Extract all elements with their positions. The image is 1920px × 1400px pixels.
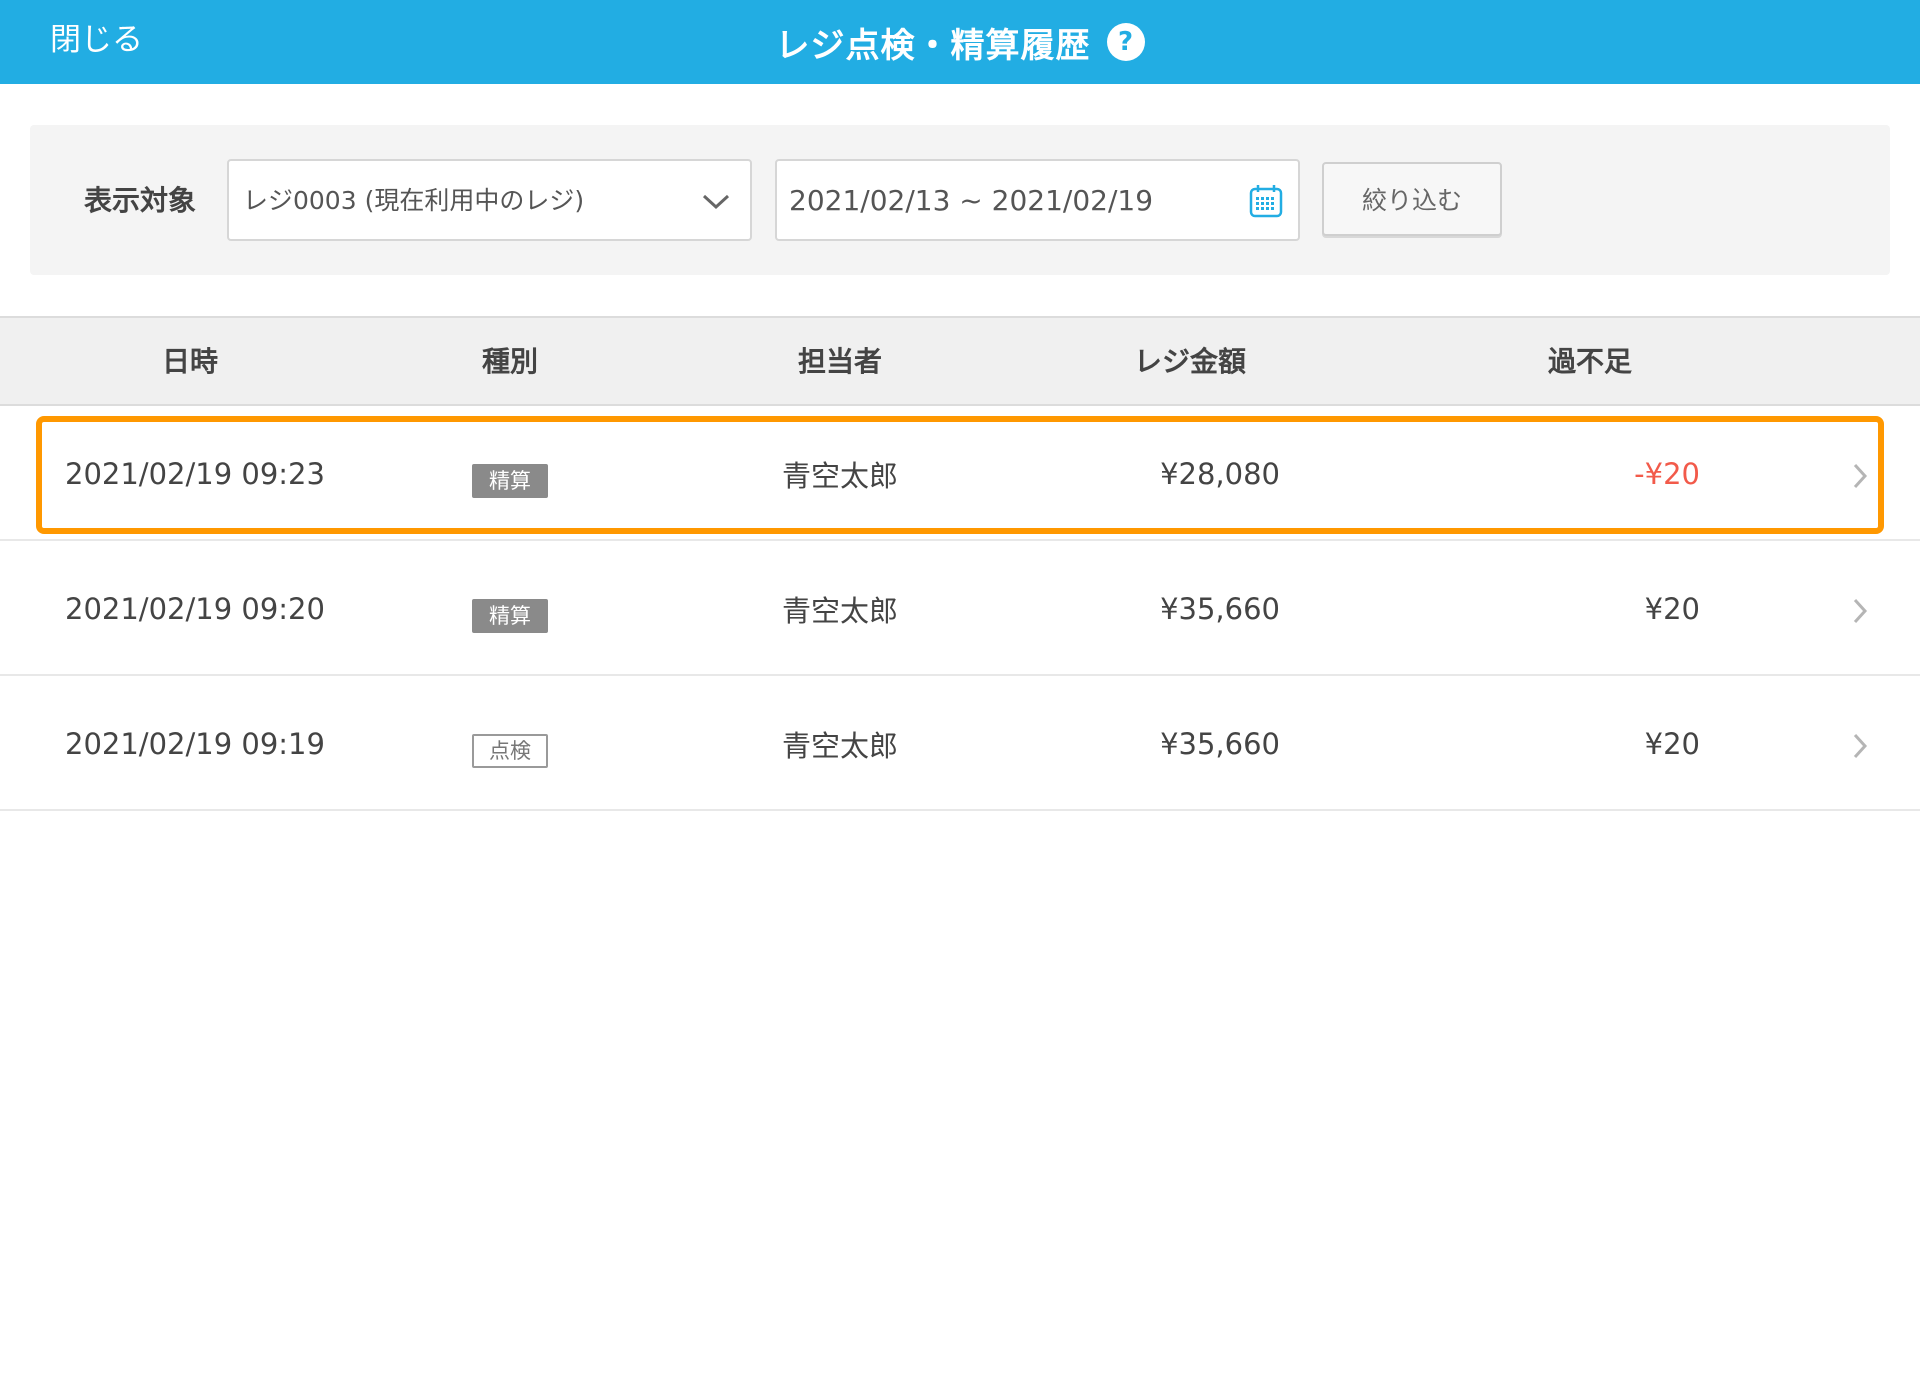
chevron-right-icon [1853,598,1868,624]
table-header: 日時 種別 担当者 レジ金額 過不足 [0,316,1920,406]
chevron-right-icon [1853,733,1868,759]
row-staff: 青空太郎 [782,594,899,628]
title-area: レジ点検・精算履歴 ? [0,0,1920,84]
column-header-diff: 過不足 [1547,345,1632,378]
table-row[interactable]: 2021/02/19 09:23 精算 青空太郎 ¥28,080 -¥20 [0,406,1920,541]
row-type: 精算 [472,458,548,498]
row-amount: ¥35,660 [1160,727,1280,761]
type-badge: 精算 [472,464,548,498]
row-datetime: 2021/02/19 09:19 [65,727,325,761]
table-row[interactable]: 2021/02/19 09:20 精算 青空太郎 ¥35,660 ¥20 [0,541,1920,676]
column-header-datetime: 日時 [161,345,218,378]
filter-panel: 表示対象 レジ0003 (現在利用中のレジ) 2021/02/13 ~ 2021… [30,125,1890,275]
row-diff: ¥20 [1644,727,1700,761]
row-type: 点検 [472,728,548,768]
register-select[interactable]: レジ0003 (現在利用中のレジ) [227,159,752,241]
filter-label: 表示対象 [84,184,197,217]
column-header-amount: レジ金額 [1133,345,1246,378]
chevron-down-icon [702,194,730,210]
row-staff: 青空太郎 [782,459,899,493]
date-range-field[interactable]: 2021/02/13 ~ 2021/02/19 [775,159,1300,241]
page-title: レジ点検・精算履歴 [775,25,1091,66]
row-datetime: 2021/02/19 09:20 [65,592,325,626]
row-datetime: 2021/02/19 09:23 [65,457,325,491]
app-header: 閉じる レジ点検・精算履歴 ? [0,0,1920,84]
row-staff: 青空太郎 [782,729,899,763]
column-header-type: 種別 [481,345,538,378]
calendar-icon[interactable] [1248,183,1284,219]
row-type: 精算 [472,593,548,633]
column-header-staff: 担当者 [797,345,882,378]
table-row[interactable]: 2021/02/19 09:19 点検 青空太郎 ¥35,660 ¥20 [0,676,1920,811]
row-diff: -¥20 [1634,457,1700,491]
type-badge: 点検 [472,734,548,768]
chevron-right-icon [1853,463,1868,489]
register-select-value: レジ0003 (現在利用中のレジ) [243,186,585,215]
row-diff: ¥20 [1644,592,1700,626]
row-amount: ¥28,080 [1160,457,1280,491]
type-badge: 精算 [472,599,548,633]
row-amount: ¥35,660 [1160,592,1280,626]
date-range-value: 2021/02/13 ~ 2021/02/19 [789,184,1154,217]
help-icon[interactable]: ? [1106,23,1145,61]
filter-button[interactable]: 絞り込む [1322,162,1502,236]
